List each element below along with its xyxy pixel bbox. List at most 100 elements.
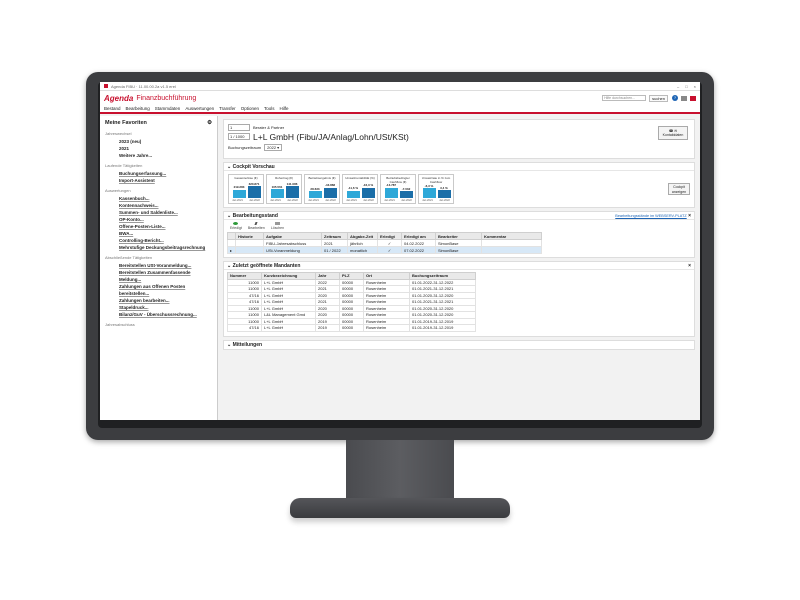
kpi-bars: 105.561 141.086 xyxy=(269,181,299,198)
print-icon[interactable] xyxy=(681,95,687,101)
advisor-number-field[interactable]: 1 xyxy=(228,124,250,131)
contact-data-button[interactable]: ☎ ✉ Kontaktdaten xyxy=(658,126,688,140)
sidebar-item[interactable]: 2023 (neu) xyxy=(105,138,212,145)
table-cell xyxy=(235,239,264,247)
menu-bearbeitung[interactable]: Bearbeitung xyxy=(126,106,150,111)
column-header[interactable]: Historie xyxy=(235,232,264,240)
check-icon xyxy=(233,222,239,225)
table-row[interactable]: 11000 L+L GmbH 2021 00000 Rosenheim 01.01.202… xyxy=(227,285,476,293)
table-row[interactable]: 11000 L+L GmbH 2020 00000 Rosenheim 01.01.202… xyxy=(227,304,476,312)
sidebar-item[interactable]: OP-Konto... xyxy=(105,216,212,223)
menu-hilfe[interactable]: Hilfe xyxy=(279,106,288,111)
gear-icon[interactable]: ⚙ xyxy=(207,120,212,126)
sidebar-group-label[interactable]: Laufende Tätigkeiten xyxy=(105,163,212,168)
sidebar-item[interactable]: 2021 xyxy=(105,145,212,152)
status-webserv-link[interactable]: Bearbeitungsstände im WEBSERV-PLATZ xyxy=(615,214,686,218)
menu-tools[interactable]: Tools xyxy=(264,106,275,111)
status-header[interactable]: ⌄ Bearbeitungsstand Bearbeitungsstände i… xyxy=(224,212,694,220)
column-header[interactable]: Erledigt xyxy=(377,232,402,240)
column-header[interactable]: Bearbeiter xyxy=(435,232,482,240)
sidebar-item[interactable]: Controlling-Bericht... xyxy=(105,237,212,244)
table-cell: ▸ xyxy=(227,246,236,254)
messages-header[interactable]: ⌄ Mitteilungen xyxy=(224,341,694,349)
edit-button[interactable]: Bearbeiten xyxy=(248,222,265,230)
sidebar-item[interactable]: Import-Assistent xyxy=(105,177,212,184)
close-icon[interactable]: × xyxy=(688,263,691,269)
sidebar-item[interactable]: Zahlungen aus Offenen Posten bereitstell… xyxy=(105,283,212,297)
sidebar-item[interactable]: Bilanz/GuV - Überschussrechnung... xyxy=(105,311,212,318)
table-row[interactable]: FIBU-Jahresabschluss 2021 jährlich ✓ 04.02.2… xyxy=(227,239,542,247)
sidebar-item[interactable]: Stapeldruck... xyxy=(105,304,212,311)
column-header[interactable]: Abgabe-Zeit xyxy=(347,232,378,240)
sidebar-item[interactable]: Bereitstellen USt-Voranmeldung... xyxy=(105,262,212,269)
delete-button[interactable]: Löschen xyxy=(271,222,284,230)
kpi-year-previous: Jan 2021 xyxy=(384,199,395,202)
table-row[interactable]: 11000 L&L Management Gmd 2020 00000 Rosenhei… xyxy=(227,311,476,319)
sidebar-item[interactable]: Offene-Posten-Liste... xyxy=(105,223,212,230)
kpi-tile[interactable]: Umsatzrate in % zum Cashflow -6,3 % 3,4 % J… xyxy=(418,174,454,204)
table-row[interactable]: 11000 L+L GmbH 2022 00000 Rosenheim 01.01.202… xyxy=(227,278,476,286)
sidebar-item[interactable]: Kassenbuch... xyxy=(105,195,212,202)
kpi-bar-previous xyxy=(423,188,436,198)
sidebar-group-label[interactable]: Abschließende Tätigkeiten xyxy=(105,255,212,260)
kpi-tile[interactable]: Gesamterlöse (€) 219.283 320.871 Jan 2021 Ja… xyxy=(228,174,264,204)
kpi-value-previous: 28.633 xyxy=(310,186,320,191)
menu-auswertungen[interactable]: Auswertungen xyxy=(185,106,214,111)
table-cell: 2021 xyxy=(321,239,348,247)
kpi-year-current: Jan 2022 xyxy=(363,199,374,202)
kpi-tile[interactable]: Betriebsbedingter Cashflow (€) -13.787 -7.… xyxy=(380,174,416,204)
close-button[interactable]: × xyxy=(694,84,696,89)
kpi-year-current: Jan 2022 xyxy=(287,199,298,202)
sidebar-item[interactable]: Mehrstufige Deckungsbeitragsrechnung xyxy=(105,244,212,251)
table-cell: ✓ xyxy=(377,239,402,247)
minimize-button[interactable]: – xyxy=(677,84,679,89)
status-toolbar: Erledigt Bearbeiten Löschen xyxy=(224,220,694,232)
cockpit-header[interactable]: ⌄ Cockpit Vorschau xyxy=(224,163,694,171)
column-header[interactable]: Zeitraum xyxy=(321,232,348,240)
menu-stammdaten[interactable]: Stammdaten xyxy=(155,106,181,111)
kpi-title: Betriebsergebnis (€) xyxy=(308,176,336,180)
table-row[interactable]: ▸ USt-Voranmeldung 01 / 2022 monatlich ✓ 07.0… xyxy=(227,246,542,254)
table-row[interactable]: 47/16 L+L GmbH 2020 00000 Rosenheim 01.01.202… xyxy=(227,291,476,299)
table-cell xyxy=(235,246,264,254)
close-icon[interactable]: × xyxy=(687,213,691,219)
table-row[interactable]: 11000 L+L GmbH 2019 00000 Rosenheim 01.01.201… xyxy=(227,317,476,325)
cockpit-open-button[interactable]: Cockpit anzeigen xyxy=(668,183,690,195)
sidebar-group-label[interactable]: Jahresabschluss xyxy=(105,322,212,327)
menu-bar: Bestand Bearbeitung Stammdaten Auswertun… xyxy=(100,105,700,114)
period-select[interactable]: 2022 ▾ xyxy=(264,144,283,151)
kpi-year-current: Jan 2022 xyxy=(401,199,412,202)
sidebar-item[interactable]: Buchungserfassung... xyxy=(105,170,212,177)
clients-header[interactable]: ⌄ Zuletzt geöffnete Mandanten × xyxy=(224,262,694,270)
kpi-year-previous: Jan 2021 xyxy=(308,199,319,202)
menu-transfer[interactable]: Transfer xyxy=(219,106,236,111)
menu-bestand[interactable]: Bestand xyxy=(104,106,121,111)
sidebar-item[interactable]: Weitere Jahre... xyxy=(105,152,212,159)
flag-icon[interactable] xyxy=(690,95,696,101)
table-cell: 47/16 xyxy=(227,324,262,332)
menu-optionen[interactable]: Optionen xyxy=(241,106,259,111)
kpi-tile[interactable]: Betriebsergebnis (€) 28.633 -43.868 Jan 202… xyxy=(304,174,340,204)
kpi-tile[interactable]: Umsatzrentabilität (%) -11,6 % -16,3 % Jan … xyxy=(342,174,378,204)
client-number-field[interactable]: 1 / 1000 xyxy=(228,133,250,140)
table-row[interactable]: 47/16 L+L GmbH 2021 00000 Rosenheim 01.01.202… xyxy=(227,298,476,306)
search-button[interactable]: suchen xyxy=(649,94,668,102)
help-icon[interactable]: ? xyxy=(672,95,678,101)
kpi-year-previous: Jan 2021 xyxy=(422,199,433,202)
kpi-tile[interactable]: Rohertrag (€) 105.561 141.086 Jan 2021 Jan 2… xyxy=(266,174,302,204)
done-button[interactable]: Erledigt xyxy=(230,222,242,230)
maximize-button[interactable]: □ xyxy=(685,84,687,89)
table-row[interactable]: 47/16 L+L GmbH 2019 00000 Rosenheim 01.01.201… xyxy=(227,324,476,332)
sidebar-group-label[interactable]: Auswertungen xyxy=(105,188,212,193)
column-header[interactable]: Aufgabe xyxy=(263,232,322,240)
sidebar-item[interactable]: Zahlungen bearbeiten... xyxy=(105,297,212,304)
sidebar-item[interactable]: Bereitstellen Zusammenfassende Meldung..… xyxy=(105,269,212,283)
sidebar-item[interactable]: Summen- und Saldenliste... xyxy=(105,209,212,216)
column-header[interactable]: Kommentar xyxy=(481,232,542,240)
sidebar-item[interactable]: Kontennachweis... xyxy=(105,202,212,209)
help-search-input[interactable]: Hilfe durchsuchen... xyxy=(602,95,647,101)
sidebar-group-label[interactable]: Jahreswechsel xyxy=(105,131,212,136)
column-header[interactable]: Erledigt am xyxy=(401,232,436,240)
sidebar-item[interactable]: BWA... xyxy=(105,230,212,237)
column-header[interactable] xyxy=(227,232,236,240)
